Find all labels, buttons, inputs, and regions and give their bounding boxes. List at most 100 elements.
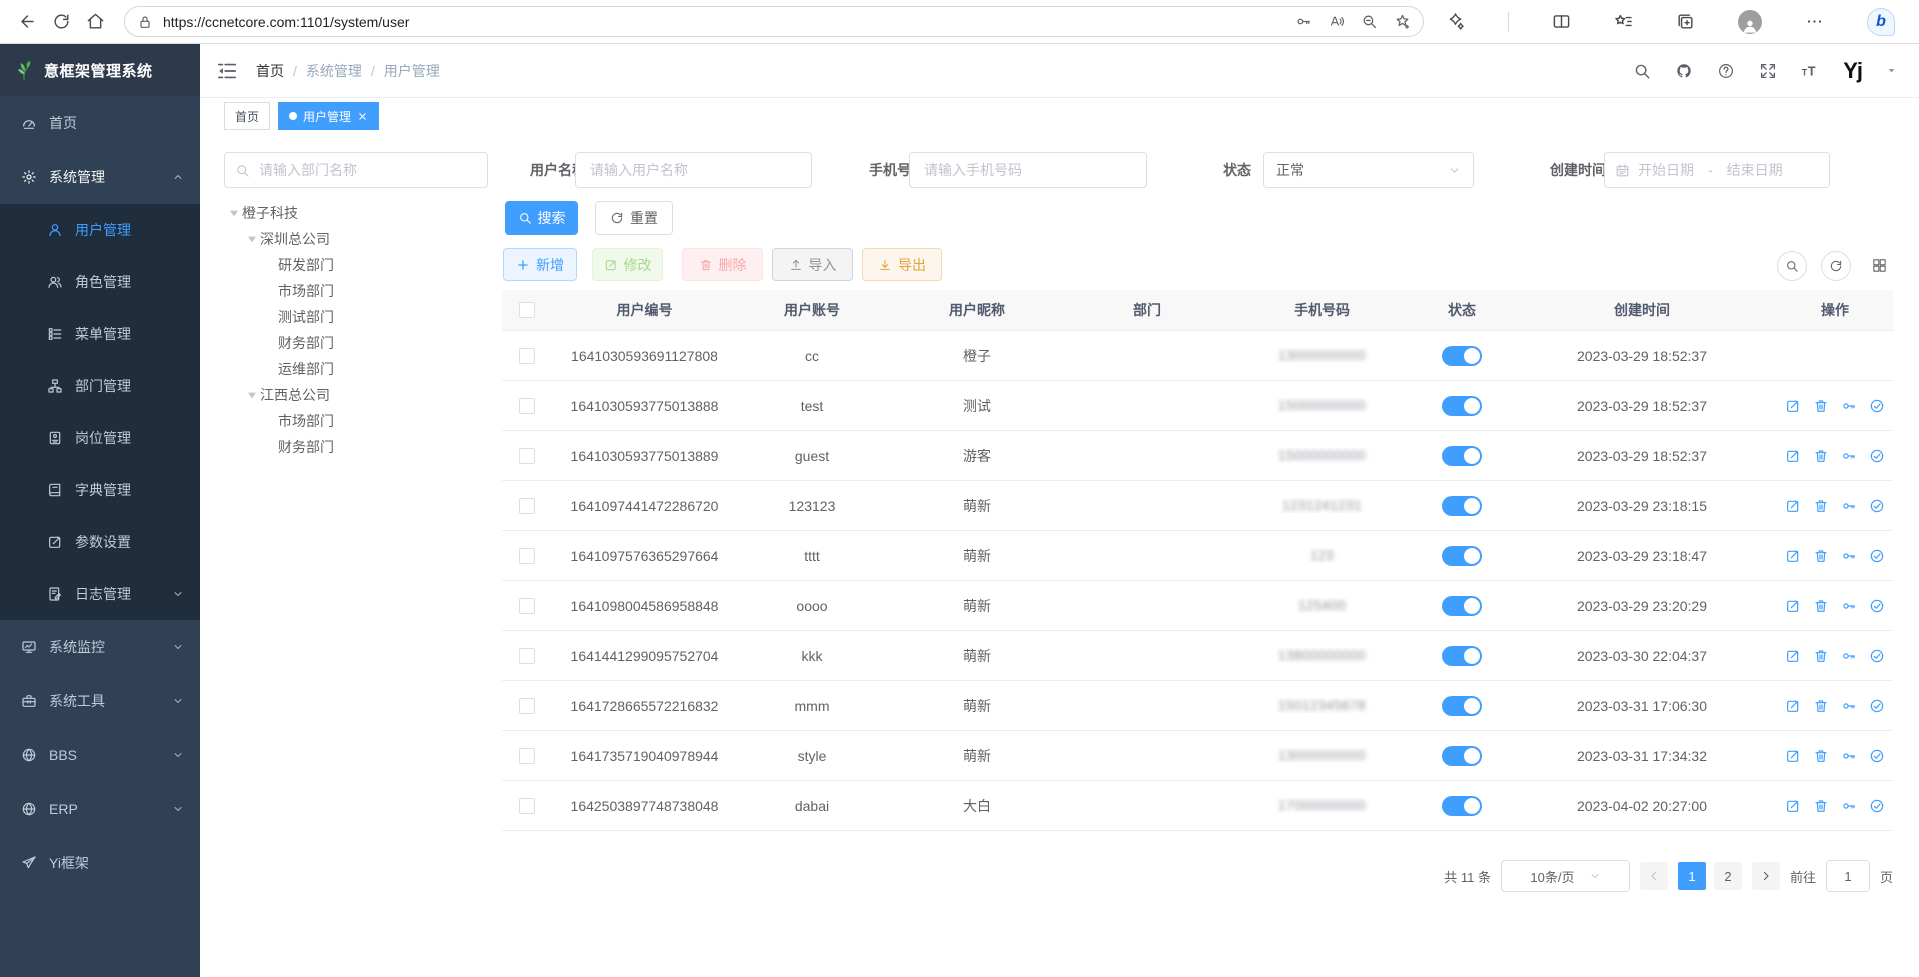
date-range-picker[interactable]: 开始日期 - 结束日期 (1604, 152, 1830, 188)
tree-node[interactable]: 财务部门 (224, 330, 496, 356)
row-checkbox[interactable] (519, 698, 535, 714)
sidebar-item-log-mgmt[interactable]: 日志管理 (0, 568, 200, 620)
sidebar-item-home[interactable]: 首页 (0, 96, 200, 150)
refresh-button[interactable] (44, 5, 78, 39)
status-toggle[interactable] (1442, 346, 1482, 366)
status-toggle[interactable] (1442, 746, 1482, 766)
reset-password-button[interactable] (1841, 598, 1857, 614)
edit-button[interactable]: 修改 (592, 248, 663, 281)
status-toggle[interactable] (1442, 646, 1482, 666)
delete-button[interactable] (1813, 648, 1829, 664)
close-icon[interactable] (357, 111, 368, 122)
tab-user-mgmt[interactable]: 用户管理 (278, 102, 379, 130)
assign-role-button[interactable] (1869, 648, 1885, 664)
row-checkbox[interactable] (519, 398, 535, 414)
sidebar-item-bbs[interactable]: BBS (0, 728, 200, 782)
assign-role-button[interactable] (1869, 748, 1885, 764)
row-checkbox[interactable] (519, 348, 535, 364)
username-input[interactable] (588, 161, 799, 179)
tree-node[interactable]: 深圳总公司 (224, 226, 496, 252)
sidebar-item-role-mgmt[interactable]: 角色管理 (0, 256, 200, 308)
zoom-out-icon[interactable] (1361, 13, 1378, 30)
status-toggle[interactable] (1442, 396, 1482, 416)
row-checkbox[interactable] (519, 548, 535, 564)
sidebar-item-erp[interactable]: ERP (0, 782, 200, 836)
assign-role-button[interactable] (1869, 548, 1885, 564)
show-search-button[interactable] (1777, 251, 1807, 281)
tree-node[interactable]: 市场部门 (224, 278, 496, 304)
github-icon[interactable] (1675, 62, 1693, 80)
delete-button[interactable] (1813, 698, 1829, 714)
sidebar-item-system-tools[interactable]: 系统工具 (0, 674, 200, 728)
url-bar[interactable]: https://ccnetcore.com:1101/system/user (124, 6, 1424, 37)
status-toggle[interactable] (1442, 446, 1482, 466)
sidebar-item-system-mgmt[interactable]: 系统管理 (0, 150, 200, 204)
status-toggle[interactable] (1442, 796, 1482, 816)
assign-role-button[interactable] (1869, 598, 1885, 614)
row-checkbox[interactable] (519, 648, 535, 664)
edit-button[interactable] (1785, 398, 1801, 414)
reset-password-button[interactable] (1841, 498, 1857, 514)
caret-down-icon[interactable] (1886, 65, 1897, 76)
user-avatar-logo[interactable]: Yj (1843, 60, 1862, 82)
home-button[interactable] (78, 5, 112, 39)
delete-button[interactable]: 删除 (682, 248, 763, 281)
page-size-select[interactable]: 10条/页 (1501, 860, 1630, 892)
column-toggle-button[interactable] (1865, 251, 1893, 279)
import-button[interactable]: 导入 (772, 248, 853, 281)
refresh-table-button[interactable] (1821, 251, 1851, 281)
sidebar-item-param-settings[interactable]: 参数设置 (0, 516, 200, 568)
edit-button[interactable] (1785, 798, 1801, 814)
row-checkbox[interactable] (519, 448, 535, 464)
assign-role-button[interactable] (1869, 448, 1885, 464)
status-select[interactable]: 正常 (1263, 152, 1474, 188)
edit-button[interactable] (1785, 548, 1801, 564)
tree-caret-icon[interactable] (244, 387, 260, 403)
delete-button[interactable] (1813, 398, 1829, 414)
tree-node[interactable]: 运维部门 (224, 356, 496, 382)
more-menu-icon[interactable] (1805, 12, 1824, 31)
sidebar-item-system-monitor[interactable]: 系统监控 (0, 620, 200, 674)
sidebar-item-dict-mgmt[interactable]: 字典管理 (0, 464, 200, 516)
delete-button[interactable] (1813, 598, 1829, 614)
reset-password-button[interactable] (1841, 748, 1857, 764)
prev-page-button[interactable] (1640, 862, 1668, 890)
help-icon[interactable] (1717, 62, 1735, 80)
search-button[interactable]: 搜索 (505, 201, 578, 235)
search-icon[interactable] (1633, 62, 1651, 80)
reset-password-button[interactable] (1841, 798, 1857, 814)
read-aloud-icon[interactable] (1328, 13, 1345, 30)
password-key-icon[interactable] (1295, 13, 1312, 30)
delete-button[interactable] (1813, 448, 1829, 464)
edit-button[interactable] (1785, 498, 1801, 514)
fullscreen-icon[interactable] (1759, 62, 1777, 80)
tree-caret-icon[interactable] (226, 205, 242, 221)
add-button[interactable]: 新增 (503, 248, 577, 281)
page-button[interactable]: 1 (1678, 862, 1706, 890)
sidebar-item-post-mgmt[interactable]: 岗位管理 (0, 412, 200, 464)
breadcrumb-system[interactable]: 系统管理 (306, 61, 362, 81)
text-size-icon[interactable]: TT (1801, 62, 1819, 80)
tree-node[interactable]: 测试部门 (224, 304, 496, 330)
status-toggle[interactable] (1442, 696, 1482, 716)
profile-avatar[interactable] (1738, 10, 1762, 34)
tree-node[interactable]: 财务部门 (224, 434, 496, 460)
tree-caret-icon[interactable] (244, 231, 260, 247)
next-page-button[interactable] (1752, 862, 1780, 890)
delete-button[interactable] (1813, 548, 1829, 564)
collections-icon[interactable] (1676, 12, 1695, 31)
status-toggle[interactable] (1442, 546, 1482, 566)
reset-password-button[interactable] (1841, 548, 1857, 564)
reset-password-button[interactable] (1841, 648, 1857, 664)
delete-button[interactable] (1813, 798, 1829, 814)
edit-button[interactable] (1785, 598, 1801, 614)
split-screen-icon[interactable] (1552, 12, 1571, 31)
edit-button[interactable] (1785, 748, 1801, 764)
collapse-sidebar-button[interactable] (216, 60, 238, 82)
status-toggle[interactable] (1442, 496, 1482, 516)
edit-button[interactable] (1785, 698, 1801, 714)
reset-password-button[interactable] (1841, 698, 1857, 714)
goto-page-input[interactable] (1826, 860, 1870, 892)
row-checkbox[interactable] (519, 498, 535, 514)
dept-search-input[interactable] (257, 161, 477, 179)
